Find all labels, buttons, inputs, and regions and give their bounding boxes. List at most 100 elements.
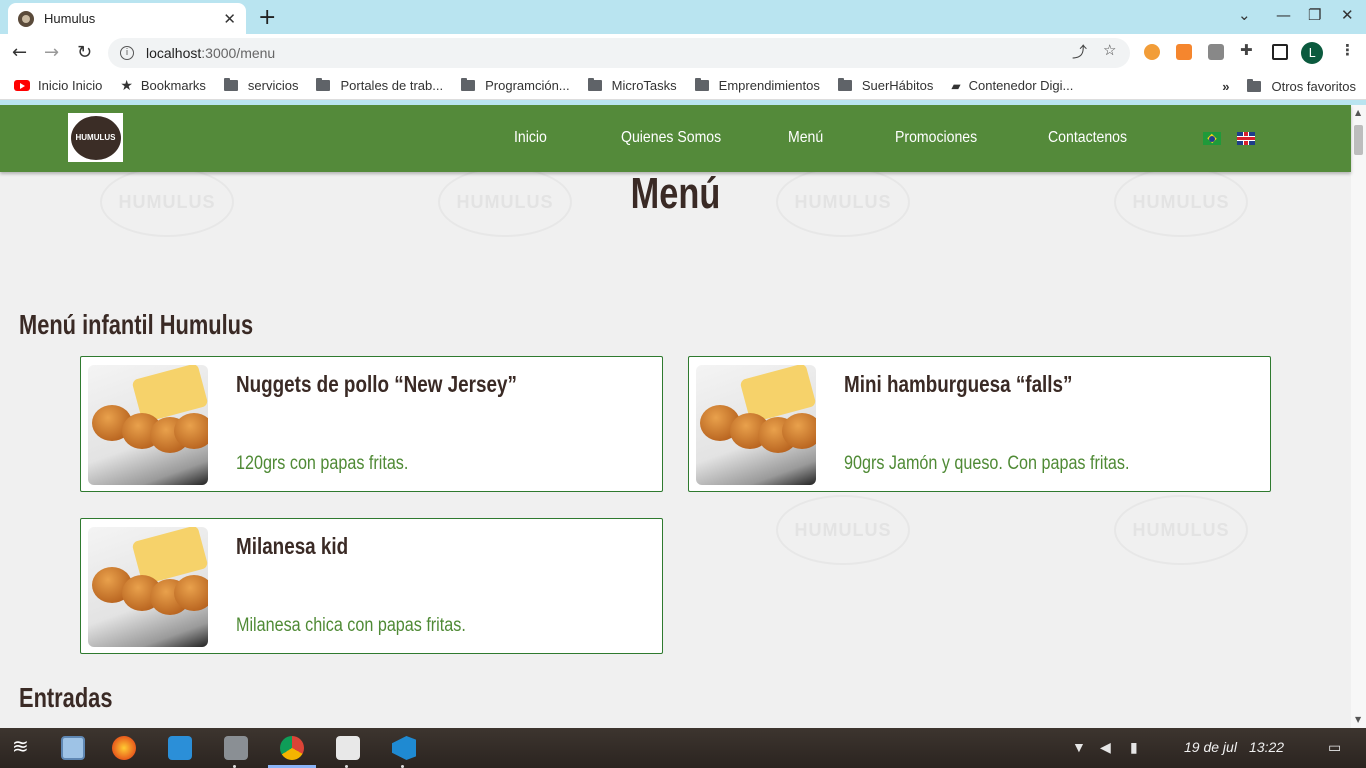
nav-link-quienes-somos[interactable]: Quienes Somos: [621, 129, 721, 147]
minimize-button[interactable]: —: [1276, 6, 1291, 24]
site-logo[interactable]: HUMULUS: [68, 113, 123, 162]
uk-flag-icon[interactable]: [1237, 132, 1255, 145]
document-viewer-icon[interactable]: [336, 736, 360, 760]
back-arrow-icon[interactable]: ←: [12, 42, 27, 63]
os-taskbar: ≋ ▼ ◀ ▮ 19 de jul 13:22 ▭: [0, 728, 1366, 768]
folder-icon: [316, 78, 331, 91]
close-window-button[interactable]: ✕: [1341, 6, 1354, 24]
new-tab-button[interactable]: +: [258, 5, 276, 30]
site-info-icon[interactable]: i: [120, 46, 134, 60]
volume-icon[interactable]: ◀: [1100, 739, 1111, 756]
bookmark-label: Portales de trab...: [340, 78, 444, 93]
forward-arrow-icon[interactable]: →: [44, 42, 59, 63]
scrollbar-thumb[interactable]: [1354, 125, 1363, 155]
bookmark-label: Otros favoritos: [1271, 78, 1356, 94]
folder-icon: [837, 78, 852, 91]
tab-search-icon[interactable]: ⌄: [1238, 6, 1251, 24]
taskbar-time[interactable]: 13:22: [1249, 739, 1284, 755]
address-bar[interactable]: i localhost:3000/menu: [108, 38, 1130, 68]
logo-text: HUMULUS: [70, 115, 121, 160]
extension-a-icon[interactable]: [1208, 44, 1224, 60]
brazil-flag-icon[interactable]: [1203, 132, 1221, 145]
bookmark-label: Bookmarks: [140, 78, 206, 93]
bookmark-label: Programción...: [485, 78, 570, 93]
show-desktop-icon[interactable]: ▭: [1328, 739, 1341, 756]
restore-button[interactable]: ❐: [1308, 6, 1321, 24]
firefox-icon[interactable]: [112, 736, 136, 760]
bookmarks-right: » Otros favoritos: [1222, 72, 1356, 100]
nav-link-inicio[interactable]: Inicio: [514, 129, 547, 147]
scroll-down-icon[interactable]: ▼: [1355, 715, 1361, 724]
menu-item-name: Nuggets de pollo “New Jersey”: [236, 371, 517, 397]
bookmark-folder[interactable]: MicroTasks: [587, 78, 677, 93]
menu-kebab-icon[interactable]: ⋮: [1340, 41, 1355, 59]
bookmark-label: MicroTasks: [611, 78, 677, 93]
bookmark-folder[interactable]: Programción...: [461, 78, 570, 93]
menu-item-name: Mini hamburguesa “falls”: [844, 371, 1073, 397]
star-icon: ★: [120, 77, 133, 93]
menu-item-description: 90grs Jamón y queso. Con papas fritas.: [844, 453, 1130, 474]
bookmark-label: Contenedor Digi...: [968, 78, 1074, 93]
reload-icon[interactable]: ↻: [77, 42, 92, 63]
launcher-icon[interactable]: ≋: [12, 734, 36, 758]
bookmark-label: SuerHábitos: [861, 78, 934, 93]
files-icon[interactable]: [224, 736, 248, 760]
tab-close-icon[interactable]: ✕: [223, 10, 236, 28]
bookmark-label: Inicio Inicio: [38, 78, 103, 93]
folder-icon: [461, 78, 476, 91]
menu-item-name: Milanesa kid: [236, 533, 349, 559]
page-scrollbar[interactable]: ▲ ▼: [1351, 105, 1366, 728]
bookmark-folder[interactable]: SuerHábitos: [837, 78, 934, 93]
menu-item-photo: [696, 365, 816, 485]
tab-strip: Humulus ✕ + ⌄ — ❐ ✕: [0, 0, 1366, 34]
url-path: :3000/menu: [201, 45, 276, 61]
nav-link-menu[interactable]: Menú: [788, 129, 823, 147]
battery-icon[interactable]: ▮: [1130, 739, 1138, 756]
profile-avatar[interactable]: L: [1301, 42, 1323, 64]
section-title: Menú infantil Humulus: [19, 309, 254, 340]
extensions-puzzle-icon[interactable]: ✚: [1240, 41, 1253, 59]
section-title: Entradas: [19, 682, 113, 713]
bookmark-item[interactable]: Inicio Inicio: [14, 78, 102, 93]
menu-item-card[interactable]: Milanesa kid Milanesa chica con papas fr…: [80, 518, 663, 654]
bookmark-folder[interactable]: Portales de trab...: [316, 78, 443, 93]
menu-item-card[interactable]: Nuggets de pollo “New Jersey” 120grs con…: [80, 356, 663, 492]
extension-orange-icon[interactable]: [1176, 44, 1192, 60]
menu-item-description: Milanesa chica con papas fritas.: [236, 615, 466, 636]
side-panel-icon[interactable]: [1272, 44, 1288, 60]
other-bookmarks-folder[interactable]: Otros favoritos: [1247, 78, 1356, 94]
page-viewport: HUMULUS HUMULUS HUMULUS HUMULUS HUMULUS …: [0, 105, 1366, 728]
url-host: localhost: [146, 45, 202, 61]
page-title: Menú: [630, 169, 721, 218]
bookmark-star-icon[interactable]: ☆: [1103, 41, 1116, 59]
extension-key-icon[interactable]: [1144, 44, 1160, 60]
watermark-logo: HUMULUS: [776, 495, 910, 565]
youtube-icon: [14, 80, 30, 91]
share-icon[interactable]: ⤴: [1072, 41, 1087, 62]
menu-item-photo: [88, 365, 208, 485]
bookmarks-overflow-icon[interactable]: »: [1222, 79, 1229, 94]
browser-toolbar: ← → ↻ i localhost:3000/menu ⤴ ☆ ✚ L ⋮: [0, 34, 1366, 72]
folder-icon: [587, 78, 602, 91]
bookmark-label: Emprendimientos: [718, 78, 820, 93]
nav-link-contactenos[interactable]: Contactenos: [1048, 129, 1127, 147]
bookmark-item[interactable]: ▰ Contenedor Digi...: [951, 78, 1073, 93]
chrome-icon[interactable]: [280, 736, 304, 760]
vscode-icon[interactable]: [392, 736, 416, 760]
bookmark-item[interactable]: ★ Bookmarks: [120, 77, 206, 94]
nav-link-promociones[interactable]: Promociones: [895, 129, 977, 147]
wifi-icon[interactable]: ▼: [1072, 739, 1086, 755]
menu-item-card[interactable]: Mini hamburguesa “falls” 90grs Jamón y q…: [688, 356, 1271, 492]
multitask-icon[interactable]: [61, 736, 85, 760]
folder-icon: [223, 78, 238, 91]
bookmark-folder[interactable]: Emprendimientos: [694, 78, 820, 93]
store-icon[interactable]: [168, 736, 192, 760]
scroll-up-icon[interactable]: ▲: [1355, 108, 1361, 117]
bookmark-folder[interactable]: servicios: [223, 78, 298, 93]
bookmarks-bar: Inicio Inicio ★ Bookmarks servicios Porta…: [0, 72, 1366, 100]
browser-tab[interactable]: Humulus ✕: [8, 3, 246, 34]
watermark-logo: HUMULUS: [1114, 495, 1248, 565]
menu-item-description: 120grs con papas fritas.: [236, 453, 409, 474]
site-navbar: HUMULUS Inicio Quienes Somos Menú Promoc…: [0, 105, 1351, 172]
taskbar-date[interactable]: 19 de jul: [1184, 739, 1237, 755]
